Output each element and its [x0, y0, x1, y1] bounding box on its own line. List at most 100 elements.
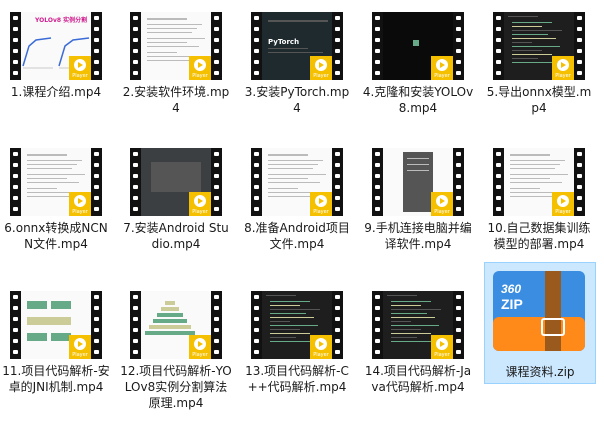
film-strip-left	[493, 12, 504, 80]
file-name: 8.准备Android项目文件.mp4	[244, 221, 350, 251]
thumb-detail	[157, 313, 183, 317]
video-file-item[interactable]: Player 10.自己数据集训练模型的部署.mp4	[483, 140, 595, 278]
video-thumbnail[interactable]: Player	[10, 291, 102, 359]
video-file-item[interactable]: PyTorch Player 3.安装PyTorch.mp4	[241, 4, 353, 142]
video-file-item[interactable]: Player 8.准备Android项目文件.mp4	[241, 140, 353, 278]
thumb-detail	[147, 18, 187, 20]
player-badge-label: Player	[434, 209, 450, 215]
player-badge: Player	[69, 335, 91, 359]
film-hole	[496, 16, 501, 20]
play-icon	[194, 59, 206, 71]
film-hole	[214, 306, 219, 310]
video-thumbnail[interactable]: Player	[130, 291, 222, 359]
video-thumbnail[interactable]: Player	[251, 148, 343, 216]
thumb-detail	[512, 50, 542, 51]
film-hole	[133, 339, 138, 343]
thumb-detail	[27, 317, 71, 325]
film-hole	[254, 60, 259, 64]
film-hole	[375, 185, 380, 189]
play-icon	[557, 59, 569, 71]
thumb-detail	[27, 301, 47, 309]
player-badge-label: Player	[72, 73, 88, 79]
film-hole	[577, 185, 582, 189]
video-file-item[interactable]: Player 9.手机连接电脑并编译软件.mp4	[362, 140, 474, 278]
film-hole	[496, 38, 501, 42]
film-hole	[13, 196, 18, 200]
video-thumbnail[interactable]: Player	[130, 148, 222, 216]
film-hole	[335, 152, 340, 156]
thumb-detail	[391, 337, 417, 338]
film-hole	[254, 163, 259, 167]
film-hole	[133, 317, 138, 321]
film-hole	[133, 71, 138, 75]
film-hole	[133, 328, 138, 332]
film-hole	[456, 295, 461, 299]
video-file-item[interactable]: Player 14.项目代码解析-Java代码解析.mp4	[362, 283, 474, 421]
video-thumbnail[interactable]: Player	[372, 291, 464, 359]
video-thumbnail[interactable]: PyTorch Player	[251, 12, 343, 80]
film-hole	[214, 163, 219, 167]
video-file-item[interactable]: YOLOv8 实例分割 Player 1.课程介绍.mp4	[0, 4, 112, 142]
thumb-detail	[27, 160, 82, 161]
film-hole	[577, 27, 582, 31]
thumb-detail	[153, 319, 187, 323]
film-hole	[254, 339, 259, 343]
video-thumbnail[interactable]: Player	[130, 12, 222, 80]
film-hole	[254, 152, 259, 156]
video-file-item[interactable]: Player 2.安装软件环境.mp4	[120, 4, 232, 142]
video-file-item[interactable]: Player 7.安装Android Studio.mp4	[120, 140, 232, 278]
film-strip-left	[251, 12, 262, 80]
film-strip-left	[130, 148, 141, 216]
thumb-detail	[268, 182, 320, 183]
video-thumbnail[interactable]: Player	[372, 148, 464, 216]
film-hole	[577, 174, 582, 178]
thumb-detail	[270, 337, 296, 338]
zip-file-item[interactable]: 360 ZIP 课程资料.zip	[484, 262, 596, 384]
film-hole	[13, 339, 18, 343]
thumb-detail	[27, 164, 77, 165]
video-file-item[interactable]: Player 11.项目代码解析-安卓的JNI机制.mp4	[0, 283, 112, 421]
video-thumbnail[interactable]: Player	[493, 12, 585, 80]
video-file-item[interactable]: Player 12.项目代码解析-YOLOv8实例分割算法原理.mp4	[120, 283, 232, 421]
film-hole	[133, 196, 138, 200]
film-hole	[577, 60, 582, 64]
video-thumbnail[interactable]: Player	[372, 12, 464, 80]
thumb-detail	[270, 301, 310, 302]
film-hole	[94, 317, 99, 321]
film-strip-left	[10, 291, 21, 359]
film-strip-right	[211, 291, 222, 359]
film-hole	[13, 27, 18, 31]
thumb-detail	[147, 28, 197, 29]
film-hole	[456, 350, 461, 354]
video-file-item[interactable]: Player 13.项目代码解析-C++代码解析.mp4	[241, 283, 353, 421]
film-strip-right	[332, 148, 343, 216]
video-file-item[interactable]: Player 5.导出onnx模型.mp4	[483, 4, 595, 142]
film-hole	[254, 174, 259, 178]
film-hole	[496, 152, 501, 156]
video-file-item[interactable]: Player 6.onnx转换成NCNN文件.mp4	[0, 140, 112, 278]
thumb-detail	[165, 301, 175, 305]
film-hole	[94, 71, 99, 75]
film-hole	[133, 16, 138, 20]
film-hole	[375, 339, 380, 343]
thumb-detail	[512, 30, 562, 31]
film-hole	[375, 60, 380, 64]
thumb-detail	[27, 168, 72, 169]
film-hole	[335, 185, 340, 189]
film-hole	[214, 60, 219, 64]
film-hole	[375, 27, 380, 31]
video-thumbnail[interactable]: Player	[251, 291, 343, 359]
video-thumbnail[interactable]: Player	[10, 148, 102, 216]
film-hole	[335, 16, 340, 20]
video-thumbnail[interactable]: YOLOv8 实例分割 Player	[10, 12, 102, 80]
film-hole	[133, 350, 138, 354]
thumb-detail	[268, 188, 298, 189]
file-name: 5.导出onnx模型.mp4	[486, 85, 592, 115]
thumb-title: YOLOv8 实例分割	[35, 17, 88, 24]
file-name: 9.手机连接电脑并编译软件.mp4	[364, 221, 472, 251]
video-file-item[interactable]: Player 4.克隆和安装YOLOv8.mp4	[362, 4, 474, 142]
file-name: 2.安装软件环境.mp4	[122, 85, 230, 115]
player-badge: Player	[310, 335, 332, 359]
video-thumbnail[interactable]: Player	[493, 148, 585, 216]
film-hole	[496, 196, 501, 200]
